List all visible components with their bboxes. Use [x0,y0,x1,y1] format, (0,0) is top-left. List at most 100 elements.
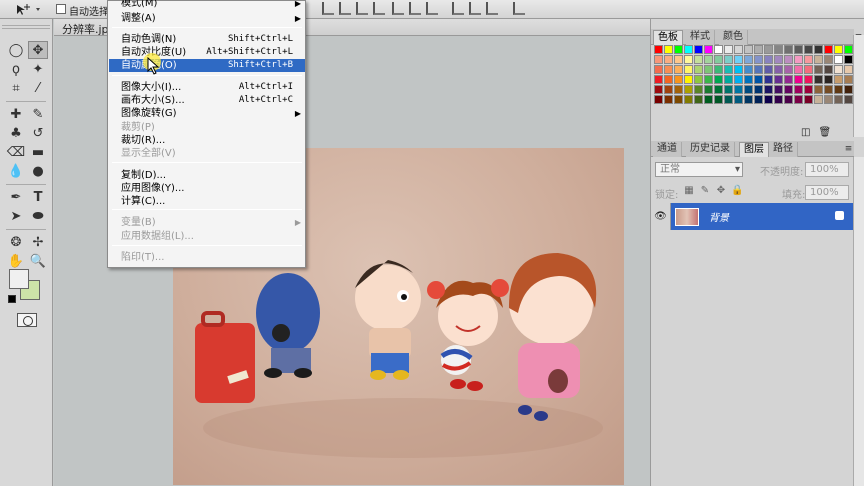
menu-item[interactable]: 调整(A) ▶ [109,12,305,25]
color-swatch[interactable] [824,85,833,94]
color-swatch[interactable] [764,85,773,94]
color-swatch[interactable] [774,85,783,94]
color-swatch[interactable] [744,75,753,84]
color-swatch[interactable] [804,75,813,84]
color-swatch[interactable] [824,75,833,84]
align-buttons[interactable] [322,2,385,16]
3d-rotate-icon[interactable]: ❂ [6,233,26,251]
color-swatch[interactable] [774,45,783,54]
tab-layers[interactable]: 图层 [739,142,769,157]
marquee-tool-icon[interactable]: ◯ [6,41,26,59]
color-swatch[interactable] [774,95,783,104]
auto-align-button[interactable] [513,2,525,16]
color-swatch[interactable] [714,85,723,94]
tab-swatches[interactable]: 色板 [653,30,683,45]
color-swatch[interactable] [714,65,723,74]
color-swatch[interactable] [824,45,833,54]
color-swatch[interactable] [794,95,803,104]
color-swatch[interactable] [684,75,693,84]
color-swatch[interactable] [834,45,843,54]
menu-item[interactable]: 自动色调(N) Shift+Ctrl+L [109,33,305,46]
color-swatch[interactable] [674,55,683,64]
color-swatch[interactable] [684,55,693,64]
color-swatch[interactable] [844,45,853,54]
distribute-vertical-buttons[interactable] [392,2,438,16]
eraser-tool-icon[interactable]: ⌫ [6,143,26,161]
delete-swatch-icon[interactable]: 🗑 [818,127,831,138]
menu-item[interactable]: 复制(D)... [109,169,305,182]
eyedropper-icon[interactable]: ⁄ [28,79,48,97]
3d-orbit-icon[interactable]: ✢ [28,233,48,251]
menu-item[interactable]: 图像旋转(G) ▶ [109,107,305,120]
color-swatch[interactable] [664,75,673,84]
color-swatch[interactable] [654,95,663,104]
toolbox-grip[interactable] [2,25,50,29]
lock-all-icon[interactable]: 🔒 [731,185,743,197]
color-swatch[interactable] [834,65,843,74]
color-swatch[interactable] [704,45,713,54]
color-swatch[interactable] [774,75,783,84]
color-swatch[interactable] [804,95,813,104]
color-swatch[interactable] [724,65,733,74]
color-swatch[interactable] [804,55,813,64]
opacity-field[interactable]: 100% [805,162,849,177]
type-tool-icon[interactable]: T [28,188,48,206]
color-swatch[interactable] [704,95,713,104]
path-selection-icon[interactable]: ➤ [6,207,26,225]
quick-mask-button[interactable] [17,313,37,327]
color-swatch[interactable] [714,45,723,54]
lock-pixels-icon[interactable]: ✎ [699,185,711,197]
hand-tool-icon[interactable]: ✋ [6,252,26,270]
color-swatch[interactable] [754,95,763,104]
menu-item[interactable]: 计算(C)... [109,195,305,208]
color-swatch[interactable] [654,65,663,74]
color-swatch[interactable] [804,65,813,74]
menu-item[interactable]: 自动颜色(O)Shift+Ctrl+B [109,59,305,72]
color-swatch[interactable] [684,85,693,94]
color-swatch[interactable] [684,45,693,54]
menu-item[interactable]: 模式(M) ▶ [109,0,305,10]
color-swatch[interactable] [844,65,853,74]
color-swatch[interactable] [844,75,853,84]
color-swatch[interactable] [734,65,743,74]
pen-tool-icon[interactable]: ✒ [6,188,26,206]
color-swatch[interactable] [654,45,663,54]
color-swatch[interactable] [774,55,783,64]
foreground-color-swatch[interactable] [9,269,29,289]
healing-brush-icon[interactable]: ✚ [6,105,26,123]
color-swatch[interactable] [664,45,673,54]
tool-preset-picker[interactable] [14,2,44,16]
color-swatch[interactable] [744,45,753,54]
distribute-horizontal-buttons[interactable] [452,2,498,16]
color-swatch[interactable] [784,85,793,94]
color-swatch[interactable] [694,45,703,54]
color-swatch[interactable] [704,85,713,94]
tab-color[interactable]: 颜色 [719,30,748,45]
color-swatch[interactable] [834,85,843,94]
color-swatch[interactable] [834,75,843,84]
tab-history[interactable]: 历史记录 [686,142,735,157]
color-swatch[interactable] [784,75,793,84]
gradient-tool-icon[interactable]: ▬ [28,143,48,161]
color-swatch[interactable] [784,95,793,104]
color-swatch[interactable] [674,85,683,94]
new-swatch-icon[interactable]: ◫ [801,127,810,138]
color-swatch[interactable] [744,95,753,104]
crop-tool-icon[interactable]: ⌗ [6,79,26,97]
menu-item[interactable]: 自动对比度(U) Alt+Shift+Ctrl+L [109,46,305,59]
menu-item[interactable]: 画布大小(S)... Alt+Ctrl+C [109,94,305,107]
color-swatch[interactable] [654,85,663,94]
color-swatch[interactable] [734,55,743,64]
blur-tool-icon[interactable]: 💧 [6,162,26,180]
menu-item[interactable]: 图像大小(I)... Alt+Ctrl+I [109,81,305,94]
color-swatch[interactable] [844,55,853,64]
color-swatch[interactable] [744,65,753,74]
color-swatch[interactable] [694,85,703,94]
color-swatch[interactable] [794,45,803,54]
blend-mode-select[interactable]: 正常 [655,162,743,177]
color-swatch[interactable] [734,45,743,54]
color-swatch[interactable] [754,55,763,64]
color-swatch[interactable] [744,55,753,64]
color-swatch[interactable] [694,75,703,84]
magic-wand-icon[interactable]: ✦ [28,60,48,78]
